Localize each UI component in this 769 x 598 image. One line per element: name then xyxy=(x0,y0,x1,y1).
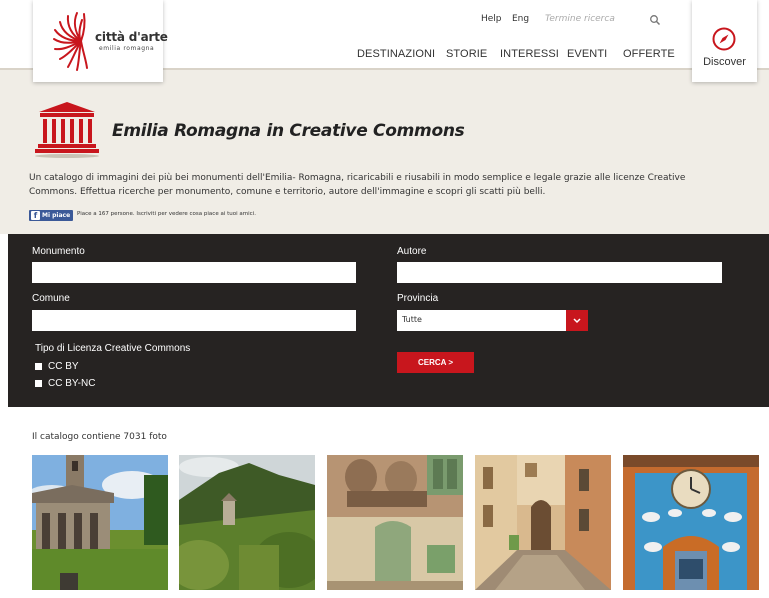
license-label: CC BY xyxy=(48,361,79,372)
discover-label: Discover xyxy=(703,56,746,68)
autore-input[interactable] xyxy=(397,262,722,283)
license-label: CC BY-NC xyxy=(48,378,96,389)
brand-name: città d'arte xyxy=(95,30,168,44)
mountain-chapel-photo xyxy=(179,455,315,590)
photo-thumbnail[interactable] xyxy=(32,455,168,590)
nav-destinazioni[interactable]: DESTINAZIONI xyxy=(357,48,435,60)
photo-thumbnail[interactable] xyxy=(475,455,611,590)
search-submit-button[interactable]: CERCA > xyxy=(397,352,474,373)
language-link[interactable]: Eng xyxy=(512,14,529,24)
photo-thumbnail[interactable] xyxy=(179,455,315,590)
search-icon[interactable] xyxy=(649,14,661,26)
intro-description: Un catalogo di immagini dei più bei monu… xyxy=(29,173,686,197)
intro-section: Emilia Romagna in Creative Commons Un ca… xyxy=(0,70,769,234)
help-link[interactable]: Help xyxy=(481,14,502,24)
page-title: Emilia Romagna in Creative Commons xyxy=(112,121,465,141)
provincia-label: Provincia xyxy=(397,293,439,304)
autore-label: Autore xyxy=(397,246,427,257)
facebook-like-count: Piace a 167 persone. Iscriviti per veder… xyxy=(77,211,256,217)
facebook-like-button[interactable]: f Mi piace xyxy=(29,210,73,221)
comune-label: Comune xyxy=(32,293,70,304)
provincia-select[interactable]: Tutte xyxy=(397,310,588,331)
checkbox[interactable] xyxy=(35,363,42,370)
logo[interactable]: città d'arte emilia romagna xyxy=(33,0,168,82)
photo-thumbnail[interactable] xyxy=(327,455,463,590)
provincia-selected-value: Tutte xyxy=(402,315,422,324)
nav-eventi[interactable]: EVENTI xyxy=(567,48,607,60)
page-root: Help Eng DESTINAZIONI STORIE INTERESSI E… xyxy=(0,0,769,598)
licenza-label: Tipo di Licenza Creative Commons xyxy=(35,343,191,354)
monumento-label: Monumento xyxy=(32,246,85,257)
comune-input[interactable] xyxy=(32,310,356,331)
catalog-count: Il catalogo contiene 7031 foto xyxy=(32,432,167,442)
checkbox[interactable] xyxy=(35,380,42,387)
painted-wall-photo xyxy=(327,455,463,590)
facebook-icon: f xyxy=(31,211,40,220)
brand-tagline: emilia romagna xyxy=(99,45,155,52)
nav-interessi[interactable]: INTERESSI xyxy=(500,48,559,60)
monumento-input[interactable] xyxy=(32,262,356,283)
temple-icon xyxy=(35,102,99,158)
nav-offerte[interactable]: OFFERTE xyxy=(623,48,675,60)
compass-icon xyxy=(712,27,736,51)
nav-storie[interactable]: STORIE xyxy=(446,48,487,60)
facebook-like-label: Mi piace xyxy=(42,212,71,219)
village-street-photo xyxy=(475,455,611,590)
clock-fresco-photo xyxy=(623,455,759,590)
dropdown-toggle[interactable] xyxy=(566,310,588,331)
search-form: Monumento Autore Comune Provincia Tutte … xyxy=(8,234,769,407)
photo-thumbnail[interactable] xyxy=(623,455,759,590)
discover-button[interactable]: Discover xyxy=(692,0,757,82)
chevron-down-icon xyxy=(573,318,581,324)
church-tower-photo xyxy=(32,455,168,590)
search-input[interactable] xyxy=(545,11,645,27)
